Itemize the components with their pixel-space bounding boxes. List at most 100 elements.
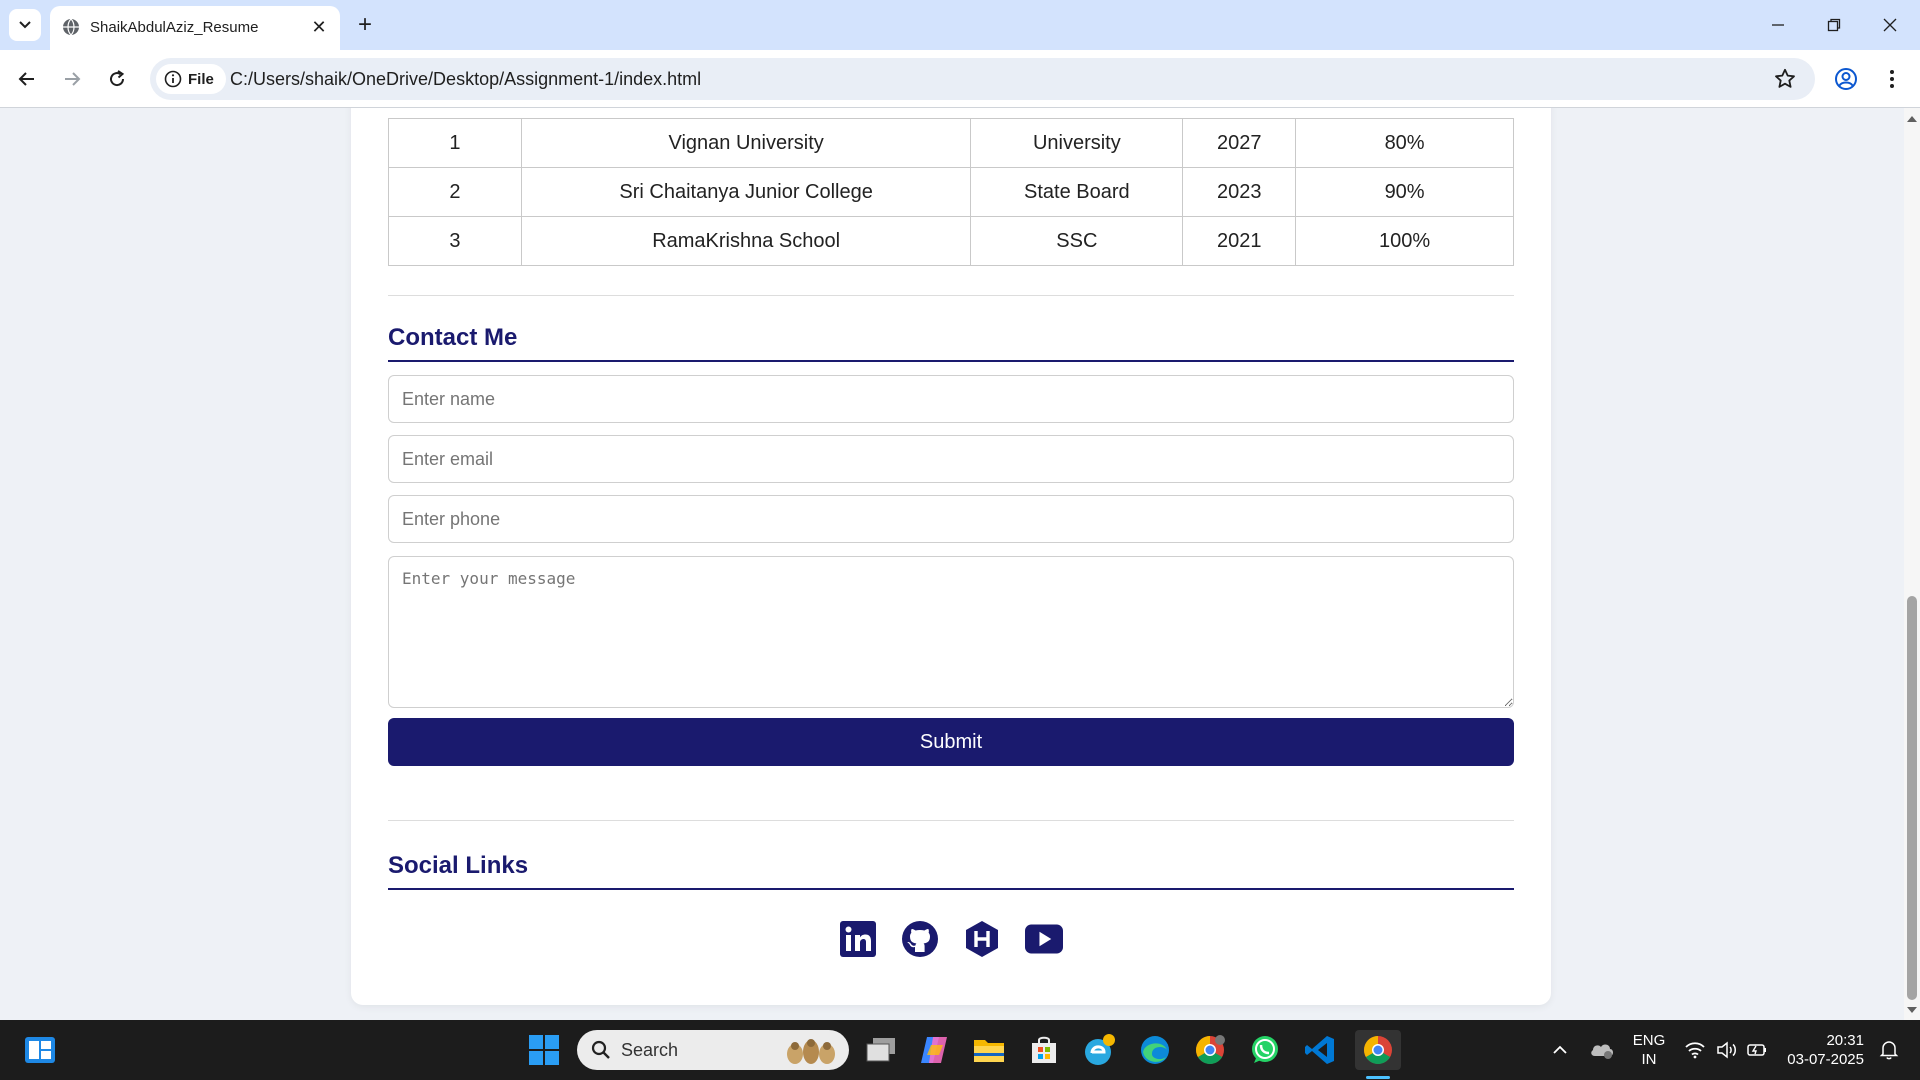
back-arrow-icon (18, 72, 34, 86)
folder-icon (974, 1040, 1004, 1062)
whatsapp-button[interactable] (1245, 1030, 1285, 1070)
social-section-title: Social Links (388, 852, 1514, 890)
profile-icon (1835, 68, 1857, 90)
internet-app-icon (1085, 1034, 1115, 1065)
battery-button[interactable] (1742, 1030, 1772, 1070)
minimize-button[interactable] (1750, 0, 1806, 50)
page-scrollbar[interactable] (1904, 108, 1920, 1020)
reload-icon (110, 70, 125, 87)
scroll-down-arrow-icon[interactable] (1907, 1005, 1917, 1015)
year-cell: 2021 (1182, 216, 1297, 266)
email-input[interactable] (388, 435, 1514, 483)
table-row: 2 Sri Chaitanya Junior College State Boa… (388, 167, 1514, 217)
search-icon (591, 1040, 610, 1059)
globe-icon (63, 18, 79, 36)
close-tab-icon[interactable]: ✕ (308, 16, 330, 38)
vscode-button[interactable] (1300, 1030, 1340, 1070)
wifi-button[interactable] (1680, 1030, 1710, 1070)
address-bar[interactable]: File C:/Users/shaik/OneDrive/Desktop/Ass… (150, 58, 1815, 100)
github-link[interactable] (901, 920, 939, 958)
edge-button[interactable] (1135, 1030, 1175, 1070)
start-button[interactable] (524, 1030, 564, 1070)
scroll-up-arrow-icon[interactable] (1907, 114, 1917, 124)
page-viewport: 1 Vignan University University 2027 80% … (0, 108, 1904, 1020)
clock[interactable]: 20:31 03-07-2025 (1780, 1031, 1864, 1069)
linkedin-link[interactable] (839, 920, 877, 958)
hashnode-icon (966, 921, 998, 957)
restore-button[interactable] (1806, 0, 1862, 50)
site-info-chip[interactable]: File (156, 64, 226, 94)
chrome-profile-button[interactable] (1190, 1030, 1230, 1070)
volume-icon (1717, 1041, 1736, 1059)
github-icon (902, 921, 938, 957)
back-button[interactable] (11, 63, 43, 95)
search-highlight-icon (787, 1039, 835, 1064)
kebab-menu-icon (1890, 70, 1894, 88)
section-divider (388, 820, 1514, 821)
chrome-active-button[interactable] (1355, 1030, 1401, 1070)
bookmark-star-icon[interactable] (1773, 67, 1797, 91)
active-app-indicator (1366, 1076, 1390, 1079)
year-cell: 2023 (1182, 167, 1297, 217)
social-links (351, 920, 1551, 958)
volume-button[interactable] (1712, 1030, 1742, 1070)
microsoft-store-button[interactable] (1024, 1030, 1064, 1070)
submit-button[interactable]: Submit (388, 718, 1514, 766)
language-bottom: IN (1641, 1051, 1657, 1068)
year-cell: 2027 (1182, 118, 1297, 168)
name-input[interactable] (388, 375, 1514, 423)
edge-icon (1141, 1036, 1169, 1064)
phone-input[interactable] (388, 495, 1514, 543)
whatsapp-icon (1252, 1036, 1278, 1063)
language-indicator[interactable]: ENG IN (1628, 1031, 1670, 1069)
institution-cell: Sri Chaitanya Junior College (520, 167, 972, 217)
language-top: ENG (1632, 1032, 1666, 1049)
profile-button[interactable] (1830, 63, 1862, 95)
scrollbar-thumb[interactable] (1907, 596, 1917, 1000)
notification-bell-icon (1879, 1041, 1899, 1060)
taskbar-search[interactable]: Search (577, 1030, 849, 1070)
store-icon (1032, 1036, 1056, 1063)
show-hidden-icons-button[interactable] (1542, 1030, 1578, 1070)
tab-search-button[interactable] (9, 9, 41, 41)
notifications-button[interactable] (1874, 1030, 1904, 1070)
clock-time: 20:31 (1826, 1032, 1864, 1049)
ie-style-app-button[interactable] (1080, 1030, 1120, 1070)
reload-button[interactable] (101, 63, 133, 95)
education-table: 1 Vignan University University 2027 80% … (388, 118, 1514, 266)
windows-logo-icon (529, 1035, 559, 1065)
resume-card: 1 Vignan University University 2027 80% … (351, 108, 1551, 1005)
forward-button[interactable] (56, 63, 88, 95)
copilot-button[interactable] (915, 1030, 955, 1070)
file-explorer-button[interactable] (969, 1030, 1009, 1070)
youtube-link[interactable] (1025, 920, 1063, 958)
onedrive-button[interactable] (1584, 1030, 1620, 1070)
chevron-down-icon (19, 21, 31, 29)
url-text[interactable]: C:/Users/shaik/OneDrive/Desktop/Assignme… (230, 69, 701, 90)
onedrive-cloud-icon (1591, 1044, 1613, 1059)
board-cell: University (970, 118, 1184, 168)
close-window-button[interactable] (1862, 0, 1918, 50)
task-view-button[interactable] (861, 1030, 901, 1070)
chrome-icon (1364, 1036, 1392, 1064)
table-row: 1 Vignan University University 2027 80% (388, 118, 1514, 168)
widgets-button[interactable] (20, 1030, 60, 1070)
browser-toolbar: File C:/Users/shaik/OneDrive/Desktop/Ass… (0, 50, 1920, 108)
copilot-icon (921, 1037, 947, 1063)
institution-cell: Vignan University (520, 118, 972, 168)
widgets-icon (25, 1037, 55, 1063)
menu-button[interactable] (1876, 63, 1908, 95)
restore-icon (1827, 18, 1841, 32)
contact-section-title: Contact Me (388, 324, 1514, 362)
active-tab[interactable]: ShaikAbdulAziz_Resume ✕ (50, 6, 340, 50)
new-tab-button[interactable]: + (352, 11, 378, 38)
clock-date: 03-07-2025 (1787, 1051, 1864, 1068)
message-textarea[interactable] (388, 556, 1514, 708)
score-cell: 80% (1295, 118, 1514, 168)
info-icon (164, 70, 182, 88)
wifi-icon (1685, 1042, 1705, 1059)
tab-title: ShaikAbdulAziz_Resume (90, 19, 259, 36)
hashnode-link[interactable] (963, 920, 1001, 958)
serial-cell: 3 (388, 216, 522, 266)
linkedin-icon (840, 921, 876, 957)
